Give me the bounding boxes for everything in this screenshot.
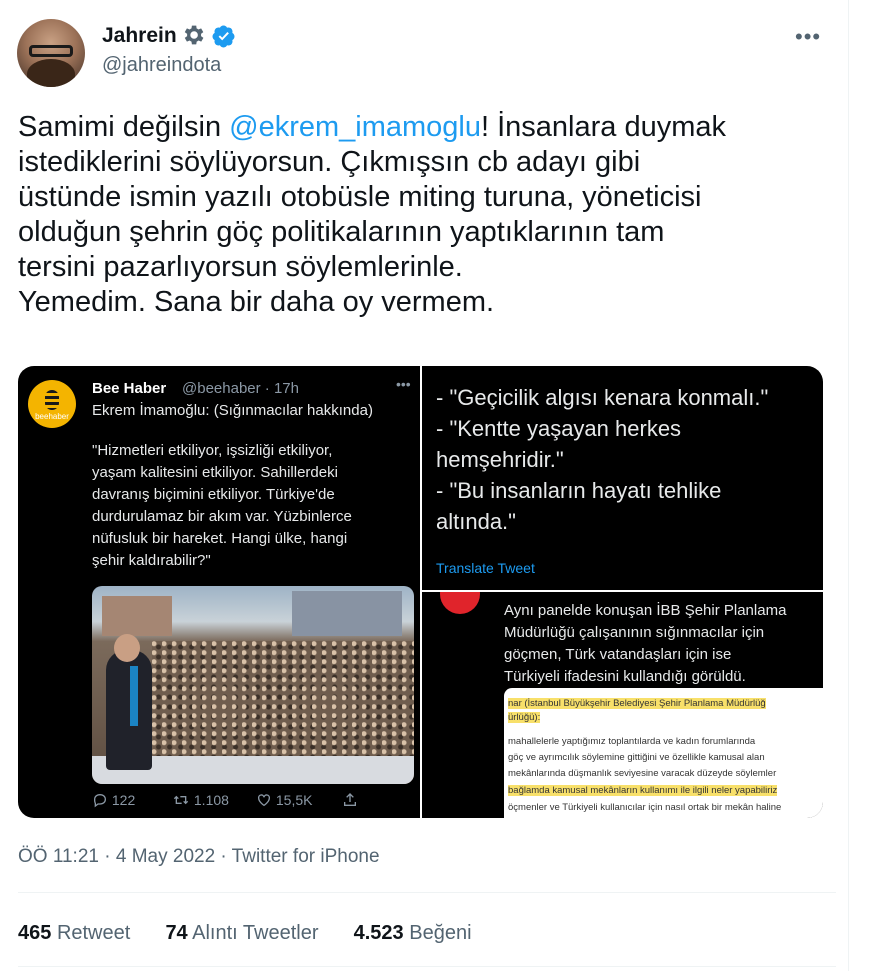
photo-building bbox=[292, 591, 402, 636]
quotes-label: Alıntı Tweetler bbox=[192, 922, 319, 944]
quoted-list: - "Geçicilik algısı kenara konmalı." - "… bbox=[436, 385, 769, 534]
doc-line: öçmenler ve Türkiyeli kullanıcılar için … bbox=[508, 802, 782, 813]
translate-tweet-link: Translate Tweet bbox=[436, 560, 535, 576]
like-icon bbox=[258, 794, 270, 807]
tweet-text: Samimi değilsin @ekrem_imamoglu! İnsanla… bbox=[18, 110, 838, 320]
author-handle[interactable]: @jahreindota bbox=[102, 54, 221, 77]
reply-icon bbox=[94, 793, 107, 808]
quoted-more-icon: ••• bbox=[396, 376, 411, 392]
document-excerpt: nar (İstanbul Büyükşehir Belediyesi Şehi… bbox=[504, 688, 823, 818]
photo-person-head bbox=[114, 634, 140, 662]
source-avatar bbox=[440, 592, 480, 614]
share-action bbox=[342, 792, 358, 808]
quotes-stat[interactable]: 74 Alıntı Tweetler bbox=[165, 922, 318, 944]
bee-haber-logo: beehaber bbox=[28, 380, 76, 428]
like-action: 15,5K bbox=[256, 792, 312, 808]
bee-icon bbox=[45, 390, 59, 410]
reply-action: 122 bbox=[92, 792, 135, 808]
doc-line: mahallelerle yaptığımız toplantılarda ve… bbox=[508, 736, 756, 747]
panel-caption: Aynı panelde konuşan İBB Şehir Planlama … bbox=[504, 602, 787, 685]
reply-count: 122 bbox=[111, 792, 136, 808]
doc-line: göç ve ayrımcılık söylemine gittiğini ve… bbox=[508, 752, 765, 763]
bee-logo-label: beehaber bbox=[35, 412, 69, 421]
media-image-2[interactable]: - "Geçicilik algısı kenara konmalı." - "… bbox=[422, 366, 823, 590]
quoted-subtitle: Ekrem İmamoğlu: (Sığınmacılar hakkında) bbox=[92, 402, 373, 419]
tweet-media-grid: beehaber Bee Haber @beehaber · 17h ••• E… bbox=[18, 366, 823, 818]
engagement-stats: 465 Retweet 74 Alıntı Tweetler 4.523 Beğ… bbox=[18, 922, 472, 945]
retweet-count: 1.108 bbox=[193, 792, 229, 808]
quotes-count: 74 bbox=[165, 922, 188, 944]
like-count: 15,5K bbox=[275, 792, 313, 808]
quoted-author-name: Bee Haber bbox=[92, 380, 167, 397]
photo-person bbox=[106, 650, 152, 770]
media-image-1[interactable]: beehaber Bee Haber @beehaber · 17h ••• E… bbox=[18, 366, 420, 818]
retweet-action: 1.108 bbox=[172, 792, 229, 808]
retweet-icon bbox=[173, 795, 189, 805]
doc-line: mekânlarında düşmanlık seviyesine varaca… bbox=[508, 768, 777, 779]
tweet-timestamp[interactable]: ÖÖ 11:21 · 4 May 2022 · Twitter for iPho… bbox=[18, 846, 380, 868]
mention-link[interactable]: @ekrem_imamoglu bbox=[229, 111, 481, 143]
photo-scarf bbox=[130, 666, 138, 726]
quoted-text: "Hizmetleri etkiliyor, işsizliği etkiliy… bbox=[92, 442, 352, 569]
avatar-glasses bbox=[29, 45, 73, 57]
divider bbox=[18, 966, 836, 967]
media-image-3[interactable]: Aynı panelde konuşan İBB Şehir Planlama … bbox=[422, 592, 823, 818]
more-options-icon[interactable]: ••• bbox=[795, 24, 821, 50]
tweet-text-start: Samimi değilsin bbox=[18, 111, 230, 143]
likes-stat[interactable]: 4.523 Beğeni bbox=[354, 922, 472, 944]
photo-building bbox=[102, 596, 172, 636]
likes-label: Beğeni bbox=[409, 922, 472, 944]
quoted-author-handle: @beehaber · 17h bbox=[182, 380, 299, 397]
verified-badge-icon bbox=[212, 25, 235, 48]
author-avatar[interactable] bbox=[17, 19, 85, 87]
divider bbox=[18, 892, 836, 893]
retweets-label: Retweet bbox=[56, 922, 131, 944]
doc-line: bağlamda kamusal mekânların kullanımı il… bbox=[508, 785, 778, 796]
retweets-count: 465 bbox=[18, 922, 52, 944]
likes-count: 4.523 bbox=[353, 922, 404, 944]
avatar-beard bbox=[27, 59, 75, 87]
doc-line: ürlüğü): bbox=[508, 712, 541, 723]
retweets-stat[interactable]: 465 Retweet bbox=[18, 922, 130, 944]
share-icon bbox=[344, 793, 356, 806]
settings-gear-icon bbox=[184, 25, 204, 45]
rally-photo bbox=[92, 586, 414, 784]
column-border bbox=[848, 0, 849, 971]
author-name[interactable]: Jahrein bbox=[102, 24, 177, 48]
doc-line: nar (İstanbul Büyükşehir Belediyesi Şehi… bbox=[508, 698, 766, 709]
